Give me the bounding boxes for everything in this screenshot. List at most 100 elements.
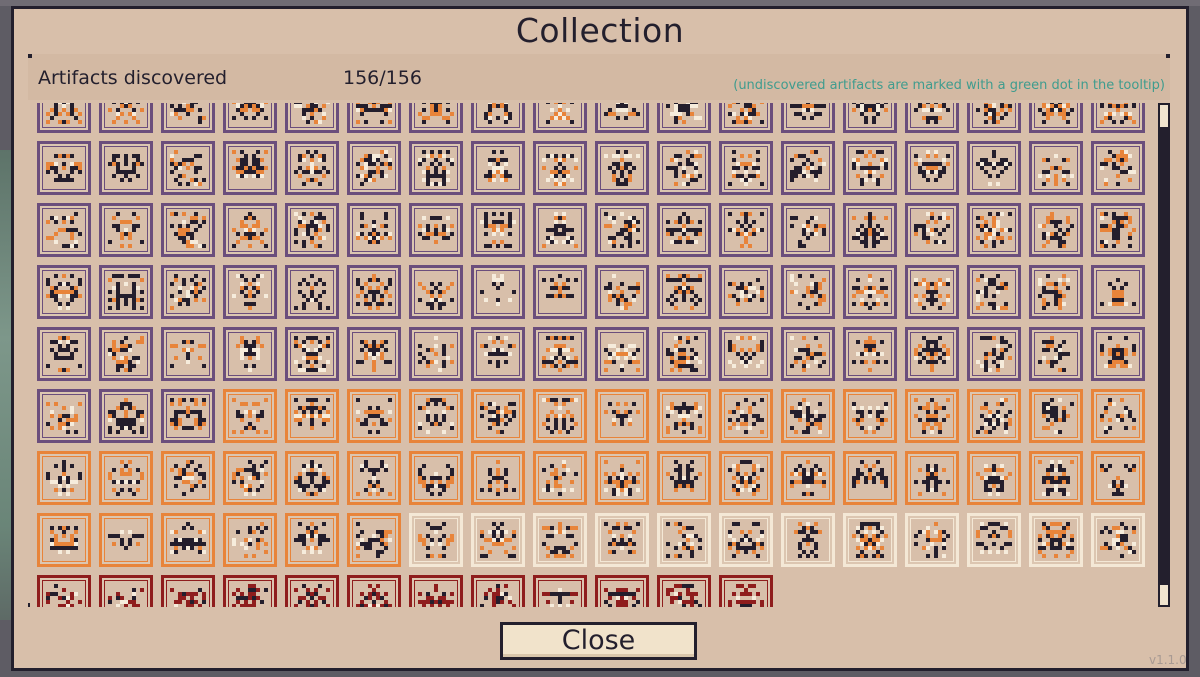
artifact-tile[interactable]: [409, 203, 463, 257]
artifact-tile[interactable]: [533, 203, 587, 257]
artifact-tile[interactable]: [37, 103, 91, 133]
artifact-tile[interactable]: [471, 203, 525, 257]
artifact-tile[interactable]: [37, 513, 91, 567]
artifact-tile[interactable]: [657, 575, 711, 607]
artifact-tile[interactable]: [719, 389, 773, 443]
artifact-tile[interactable]: [161, 575, 215, 607]
close-button[interactable]: Close: [500, 622, 697, 660]
artifact-tile[interactable]: [161, 141, 215, 195]
artifact-tile[interactable]: [1091, 141, 1145, 195]
artifact-tile[interactable]: [1091, 103, 1145, 133]
artifact-tile[interactable]: [905, 141, 959, 195]
artifact-tile[interactable]: [905, 513, 959, 567]
artifact-tile[interactable]: [223, 513, 277, 567]
artifact-tile[interactable]: [719, 513, 773, 567]
artifact-tile[interactable]: [1029, 203, 1083, 257]
artifact-tile[interactable]: [657, 203, 711, 257]
artifact-tile[interactable]: [347, 451, 401, 505]
artifact-tile[interactable]: [409, 103, 463, 133]
artifact-tile[interactable]: [285, 575, 339, 607]
artifact-tile[interactable]: [657, 327, 711, 381]
artifact-tile[interactable]: [471, 327, 525, 381]
artifact-tile[interactable]: [37, 327, 91, 381]
artifact-tile[interactable]: [99, 389, 153, 443]
artifact-tile[interactable]: [1029, 513, 1083, 567]
artifact-tile[interactable]: [99, 513, 153, 567]
artifact-tile[interactable]: [533, 141, 587, 195]
artifact-tile[interactable]: [843, 103, 897, 133]
artifact-tile[interactable]: [719, 575, 773, 607]
artifact-tile[interactable]: [37, 265, 91, 319]
artifact-tile[interactable]: [595, 141, 649, 195]
artifact-tile[interactable]: [1091, 327, 1145, 381]
artifact-tile[interactable]: [967, 141, 1021, 195]
artifact-tile[interactable]: [595, 389, 649, 443]
artifact-tile[interactable]: [905, 451, 959, 505]
artifact-tile[interactable]: [533, 327, 587, 381]
artifact-tile[interactable]: [1029, 103, 1083, 133]
artifact-tile[interactable]: [1029, 141, 1083, 195]
artifact-tile[interactable]: [223, 265, 277, 319]
artifact-tile[interactable]: [223, 203, 277, 257]
artifact-tile[interactable]: [967, 265, 1021, 319]
artifact-tile[interactable]: [905, 327, 959, 381]
artifact-tile[interactable]: [595, 451, 649, 505]
artifact-tile[interactable]: [967, 103, 1021, 133]
artifact-tile[interactable]: [905, 203, 959, 257]
artifact-tile[interactable]: [595, 513, 649, 567]
artifact-tile[interactable]: [471, 103, 525, 133]
artifact-tile[interactable]: [533, 265, 587, 319]
artifact-tile[interactable]: [1091, 513, 1145, 567]
artifact-tile[interactable]: [409, 451, 463, 505]
artifact-tile[interactable]: [781, 451, 835, 505]
artifact-tile[interactable]: [223, 327, 277, 381]
artifact-tile[interactable]: [409, 327, 463, 381]
artifact-tile[interactable]: [1029, 451, 1083, 505]
artifact-tile[interactable]: [967, 203, 1021, 257]
artifact-tile[interactable]: [657, 451, 711, 505]
artifact-tile[interactable]: [37, 389, 91, 443]
artifact-tile[interactable]: [843, 203, 897, 257]
artifact-tile[interactable]: [347, 141, 401, 195]
artifact-tile[interactable]: [1091, 203, 1145, 257]
artifact-tile[interactable]: [347, 203, 401, 257]
artifact-tile[interactable]: [285, 203, 339, 257]
artifact-tile[interactable]: [99, 575, 153, 607]
artifact-tile[interactable]: [533, 389, 587, 443]
artifact-tile[interactable]: [1091, 389, 1145, 443]
artifact-tile[interactable]: [657, 103, 711, 133]
artifact-tile[interactable]: [657, 389, 711, 443]
artifact-tile[interactable]: [781, 513, 835, 567]
scrollbar-thumb[interactable]: [1160, 127, 1168, 585]
artifact-tile[interactable]: [409, 513, 463, 567]
artifact-tile[interactable]: [99, 327, 153, 381]
artifact-tile[interactable]: [223, 103, 277, 133]
artifact-tile[interactable]: [781, 141, 835, 195]
artifact-tile[interactable]: [1091, 451, 1145, 505]
artifact-tile[interactable]: [843, 513, 897, 567]
artifact-tile[interactable]: [285, 103, 339, 133]
artifact-tile[interactable]: [37, 575, 91, 607]
artifact-tile[interactable]: [161, 513, 215, 567]
artifact-tile[interactable]: [223, 141, 277, 195]
artifact-tile[interactable]: [285, 141, 339, 195]
artifact-tile[interactable]: [99, 141, 153, 195]
artifact-tile[interactable]: [409, 575, 463, 607]
artifact-tile[interactable]: [967, 327, 1021, 381]
artifact-tile[interactable]: [533, 513, 587, 567]
artifact-tile[interactable]: [967, 451, 1021, 505]
artifact-tile[interactable]: [471, 265, 525, 319]
artifact-tile[interactable]: [595, 327, 649, 381]
artifact-tile[interactable]: [1091, 265, 1145, 319]
artifact-tile[interactable]: [161, 103, 215, 133]
artifact-tile[interactable]: [285, 389, 339, 443]
artifact-tile[interactable]: [843, 141, 897, 195]
artifact-tile[interactable]: [1029, 327, 1083, 381]
artifact-tile[interactable]: [905, 389, 959, 443]
artifact-tile[interactable]: [37, 451, 91, 505]
artifact-tile[interactable]: [223, 575, 277, 607]
artifact-tile[interactable]: [409, 265, 463, 319]
artifact-tile[interactable]: [37, 141, 91, 195]
artifact-tile[interactable]: [533, 451, 587, 505]
artifact-tile[interactable]: [781, 103, 835, 133]
